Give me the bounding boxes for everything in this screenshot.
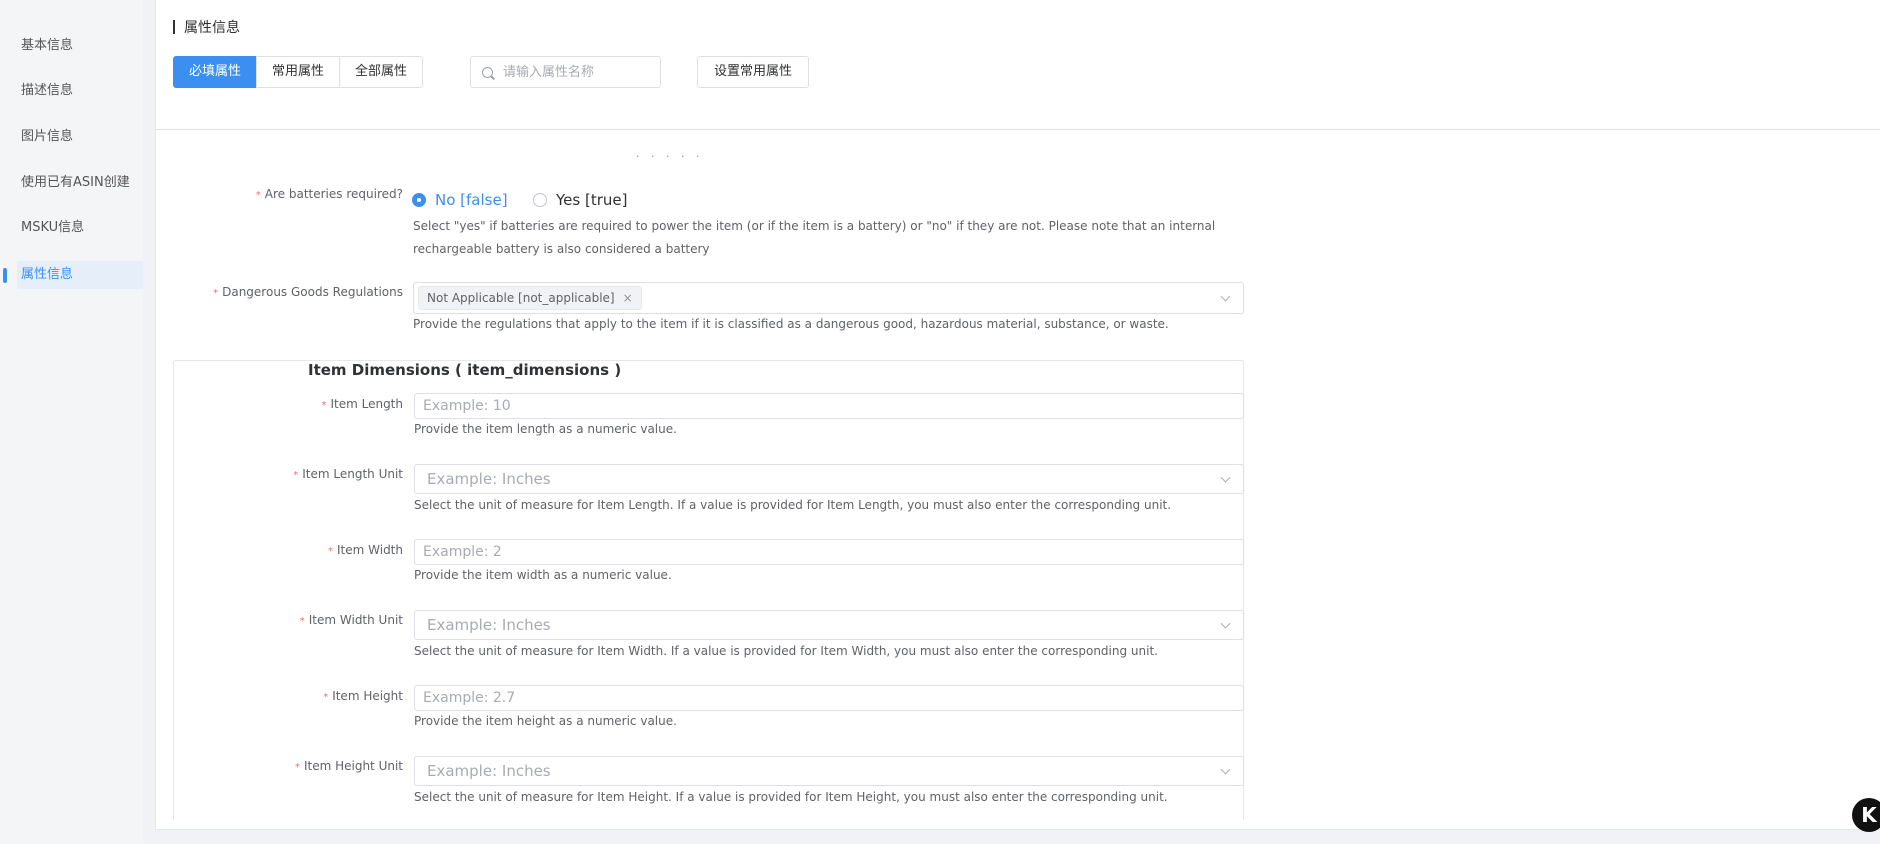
sidebar-item-images[interactable]: 图片信息 bbox=[17, 123, 143, 151]
item-width-hint: Provide the item width as a numeric valu… bbox=[414, 568, 672, 582]
item-length-input[interactable] bbox=[415, 394, 1243, 418]
item-height-unit-select[interactable]: Example: Inches bbox=[414, 756, 1244, 786]
sidebar-item-basic-info[interactable]: 基本信息 bbox=[17, 32, 143, 60]
batteries-label: * Are batteries required? bbox=[256, 187, 403, 201]
required-mark: * bbox=[294, 762, 300, 773]
floating-k-badge[interactable]: K bbox=[1852, 798, 1880, 832]
required-mark: * bbox=[299, 616, 305, 627]
item-height-input[interactable] bbox=[415, 686, 1243, 710]
section-title: 属性信息 bbox=[184, 20, 240, 36]
item-height-field bbox=[414, 685, 1244, 711]
clipped-hint-text: · · · · · bbox=[636, 150, 704, 163]
item-width-field bbox=[414, 539, 1244, 565]
dangerous-goods-select[interactable]: Not Applicable [not_applicable] × bbox=[413, 282, 1244, 314]
item-width-unit-select[interactable]: Example: Inches bbox=[414, 610, 1244, 640]
set-common-attributes-button[interactable]: 设置常用属性 bbox=[697, 56, 810, 88]
selected-tag-text: Not Applicable [not_applicable] bbox=[427, 291, 615, 305]
item-dimensions-title: Item Dimensions ( item_dimensions ) bbox=[308, 361, 622, 379]
required-mark: * bbox=[323, 692, 329, 703]
dangerous-goods-hint: Provide the regulations that apply to th… bbox=[413, 317, 1169, 331]
attribute-search bbox=[470, 56, 661, 88]
search-icon bbox=[482, 67, 493, 78]
item-width-label-text: Item Width bbox=[337, 543, 403, 557]
item-width-unit-label-text: Item Width Unit bbox=[308, 613, 403, 627]
item-height-unit-label: * Item Height Unit bbox=[295, 759, 403, 773]
item-width-label: * Item Width bbox=[328, 543, 403, 557]
item-length-unit-select[interactable]: Example: Inches bbox=[414, 464, 1244, 494]
select-placeholder: Example: Inches bbox=[427, 470, 551, 488]
item-length-label: * Item Length bbox=[321, 397, 403, 411]
batteries-label-text: Are batteries required? bbox=[264, 187, 403, 201]
radio-checked-icon bbox=[412, 193, 426, 207]
dangerous-goods-label-text: Dangerous Goods Regulations bbox=[222, 285, 403, 299]
item-height-hint: Provide the item height as a numeric val… bbox=[414, 714, 677, 728]
radio-unchecked-icon bbox=[533, 193, 547, 207]
item-length-unit-label-text: Item Length Unit bbox=[302, 467, 403, 481]
chevron-down-icon bbox=[1220, 472, 1231, 483]
item-height-label: * Item Height bbox=[323, 689, 403, 703]
batteries-hint-line-1: Select "yes" if batteries are required t… bbox=[413, 219, 1216, 233]
radio-label: No [false] bbox=[435, 191, 508, 209]
required-mark: * bbox=[328, 546, 333, 557]
tab-required[interactable]: 必填属性 bbox=[173, 56, 258, 88]
item-length-unit-label: * Item Length Unit bbox=[293, 467, 403, 481]
attribute-filter-tabs: 必填属性 常用属性 全部属性 bbox=[173, 56, 424, 88]
item-width-unit-label: * Item Width Unit bbox=[300, 613, 403, 627]
section-title-marker bbox=[173, 20, 175, 34]
search-input[interactable] bbox=[503, 57, 653, 87]
select-placeholder: Example: Inches bbox=[427, 762, 551, 780]
radio-label: Yes [true] bbox=[556, 191, 628, 209]
select-placeholder: Example: Inches bbox=[427, 616, 551, 634]
dangerous-goods-label: * Dangerous Goods Regulations bbox=[213, 285, 403, 299]
sidebar-item-description[interactable]: 描述信息 bbox=[17, 77, 143, 105]
chevron-down-icon bbox=[1220, 764, 1231, 775]
tag-close-icon[interactable]: × bbox=[623, 291, 633, 305]
sidebar-item-existing-asin[interactable]: 使用已有ASIN创建 bbox=[17, 169, 143, 197]
sidebar-nav: 基本信息 描述信息 图片信息 使用已有ASIN创建 MSKU信息 属性信息 bbox=[0, 0, 143, 844]
item-length-label-text: Item Length bbox=[330, 397, 403, 411]
item-dimensions-group bbox=[173, 360, 1244, 820]
required-mark: * bbox=[255, 190, 261, 201]
attributes-header: 属性信息 必填属性 常用属性 全部属性 设置常用属性 bbox=[156, 0, 1880, 130]
radio-batteries-yes[interactable]: Yes [true] bbox=[533, 191, 627, 209]
required-mark: * bbox=[213, 288, 219, 299]
batteries-hint-line-2: rechargeable battery is also considered … bbox=[413, 242, 710, 256]
tab-all[interactable]: 全部属性 bbox=[339, 56, 424, 88]
item-width-unit-hint: Select the unit of measure for Item Widt… bbox=[414, 644, 1158, 658]
radio-batteries-no[interactable]: No [false] bbox=[412, 191, 508, 209]
required-mark: * bbox=[321, 400, 327, 411]
item-height-unit-hint: Select the unit of measure for Item Heig… bbox=[414, 790, 1168, 804]
item-height-label-text: Item Height bbox=[332, 689, 403, 703]
item-width-input[interactable] bbox=[415, 540, 1243, 564]
chevron-down-icon bbox=[1220, 291, 1231, 302]
active-indicator bbox=[3, 268, 7, 283]
item-height-unit-label-text: Item Height Unit bbox=[303, 759, 403, 773]
tab-common[interactable]: 常用属性 bbox=[256, 56, 341, 88]
item-length-field bbox=[414, 393, 1244, 419]
item-length-hint: Provide the item length as a numeric val… bbox=[414, 422, 677, 436]
chevron-down-icon bbox=[1220, 618, 1231, 629]
sidebar-item-msku[interactable]: MSKU信息 bbox=[17, 214, 143, 242]
selected-tag: Not Applicable [not_applicable] × bbox=[418, 286, 642, 310]
required-mark: * bbox=[293, 470, 299, 481]
item-length-unit-hint: Select the unit of measure for Item Leng… bbox=[414, 498, 1172, 512]
sidebar-item-attributes[interactable]: 属性信息 bbox=[17, 261, 143, 289]
